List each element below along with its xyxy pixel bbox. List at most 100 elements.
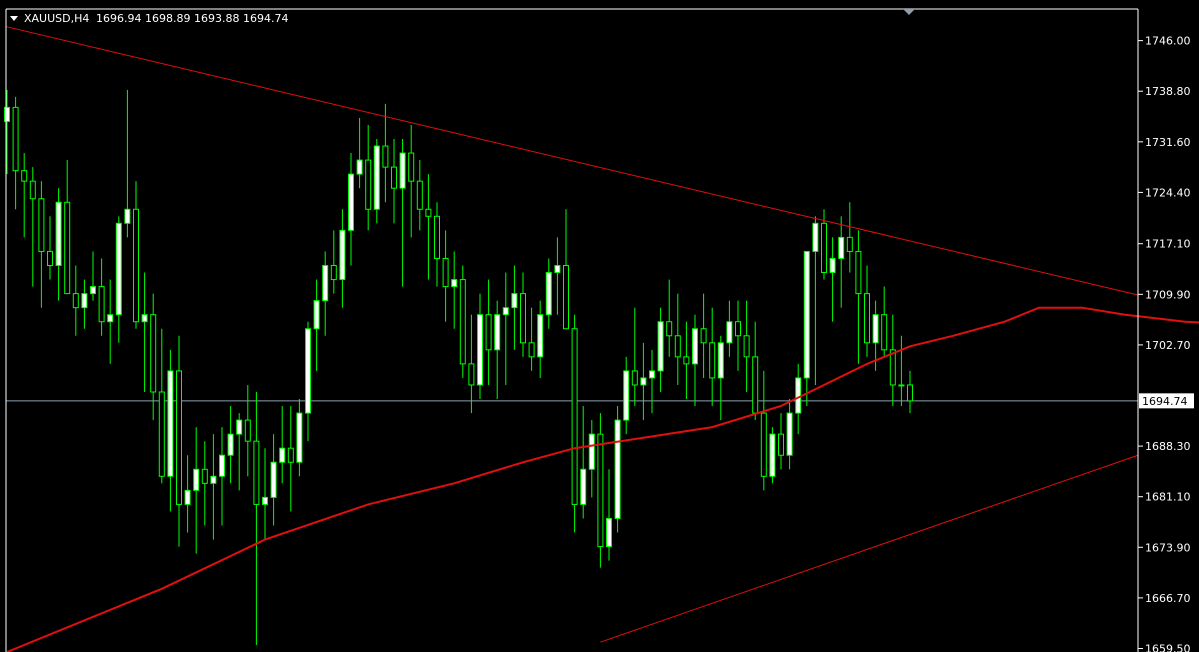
candle xyxy=(614,406,621,533)
candle-body xyxy=(477,314,483,386)
candle-body xyxy=(459,279,466,365)
candle-body xyxy=(511,293,518,309)
candle-body xyxy=(726,321,733,344)
candle-body xyxy=(674,335,681,358)
candle-body xyxy=(55,201,62,266)
candle-body xyxy=(795,377,802,414)
candle-body xyxy=(528,342,535,358)
candle-body xyxy=(262,496,268,505)
candle-body xyxy=(38,198,45,252)
candle-body xyxy=(803,250,810,379)
candle xyxy=(597,413,604,568)
candle-body xyxy=(657,321,664,372)
candle-body xyxy=(201,468,208,484)
candle-body xyxy=(416,180,423,210)
candle-body xyxy=(21,170,28,182)
candle-body xyxy=(812,222,819,252)
candle-body xyxy=(98,286,105,323)
candle-body xyxy=(838,236,845,259)
candle-body xyxy=(451,279,458,288)
candle-body xyxy=(631,370,638,386)
y-tick-label: 1702.70 xyxy=(1145,339,1191,352)
candle-body xyxy=(597,433,604,548)
candle-body xyxy=(244,419,251,442)
candle-body xyxy=(743,335,750,358)
candle-body xyxy=(709,342,716,379)
candle-body xyxy=(683,356,690,365)
candle-body xyxy=(47,250,53,266)
candle-body xyxy=(692,328,698,365)
candle-body xyxy=(571,328,578,505)
y-tick-label: 1724.40 xyxy=(1145,186,1191,199)
candle-body xyxy=(184,489,191,505)
candle-body xyxy=(12,106,19,172)
ohlc-values: 1696.94 1698.89 1693.88 1694.74 xyxy=(96,12,288,25)
y-tick-label: 1659.50 xyxy=(1145,642,1191,652)
candle-body xyxy=(846,236,853,252)
candle-body xyxy=(339,229,346,281)
candle-body xyxy=(898,384,905,387)
y-tick-label: 1709.90 xyxy=(1145,288,1191,301)
candle-body xyxy=(176,370,182,505)
candle-body xyxy=(485,314,492,351)
candle-body xyxy=(408,152,415,182)
candle-body xyxy=(150,314,157,393)
candle-body xyxy=(494,314,501,351)
candle-body xyxy=(287,447,294,463)
candle-body xyxy=(391,166,397,189)
candle-body xyxy=(752,356,759,414)
y-tick-label: 1673.90 xyxy=(1145,541,1191,554)
candle-body xyxy=(821,222,827,274)
candle-body xyxy=(666,321,673,337)
candle-body xyxy=(210,475,217,484)
candle-body xyxy=(133,208,139,323)
candle-body xyxy=(855,250,862,295)
candle-body xyxy=(588,433,595,470)
candle-body xyxy=(305,328,311,414)
candle-body xyxy=(382,145,389,168)
candle-body xyxy=(786,412,793,456)
candle-body xyxy=(81,293,88,309)
current-price-tag: 1694.74 xyxy=(1139,393,1194,409)
chart-background xyxy=(0,0,1199,652)
candle-body xyxy=(356,159,363,175)
candle-body xyxy=(520,293,526,344)
y-tick-label: 1746.00 xyxy=(1145,35,1191,48)
y-tick-label: 1738.80 xyxy=(1145,85,1191,98)
candle-body xyxy=(829,257,836,274)
candle-body xyxy=(193,468,200,491)
candle-body xyxy=(537,314,544,358)
candle-body xyxy=(580,468,587,505)
symbol-timeframe: XAUUSD,H4 xyxy=(24,12,89,25)
candle-body xyxy=(442,257,449,288)
candle-body xyxy=(72,293,79,309)
candle xyxy=(571,314,578,533)
candle-body xyxy=(881,314,888,351)
candle-body xyxy=(778,433,784,456)
candle-body xyxy=(296,412,303,463)
y-tick-label: 1681.10 xyxy=(1145,491,1191,504)
candle-body xyxy=(279,447,286,463)
candle-body xyxy=(270,461,277,498)
candle-body xyxy=(219,454,225,477)
candle-body xyxy=(330,264,337,281)
candle-body xyxy=(864,293,870,344)
candle-body xyxy=(640,377,647,386)
candle-body xyxy=(545,272,552,316)
candle-body xyxy=(236,419,243,435)
candle-body xyxy=(425,208,432,217)
candle-body xyxy=(907,384,913,402)
candle-body xyxy=(313,300,320,330)
price-chart[interactable]: 1746.00 1738.80 1731.60 1724.40 1717.10 1709.… xyxy=(0,0,1199,652)
candle-body xyxy=(4,106,10,122)
candle-body xyxy=(872,314,879,344)
candle-body xyxy=(769,433,776,477)
candle-body xyxy=(167,370,174,477)
candle-body xyxy=(365,159,372,210)
candle-body xyxy=(468,363,475,386)
candle-body xyxy=(373,145,380,210)
candle-body xyxy=(107,314,114,323)
candle-body xyxy=(735,321,741,337)
current-price-label: 1694.74 xyxy=(1142,395,1188,408)
candle-body xyxy=(700,328,707,344)
